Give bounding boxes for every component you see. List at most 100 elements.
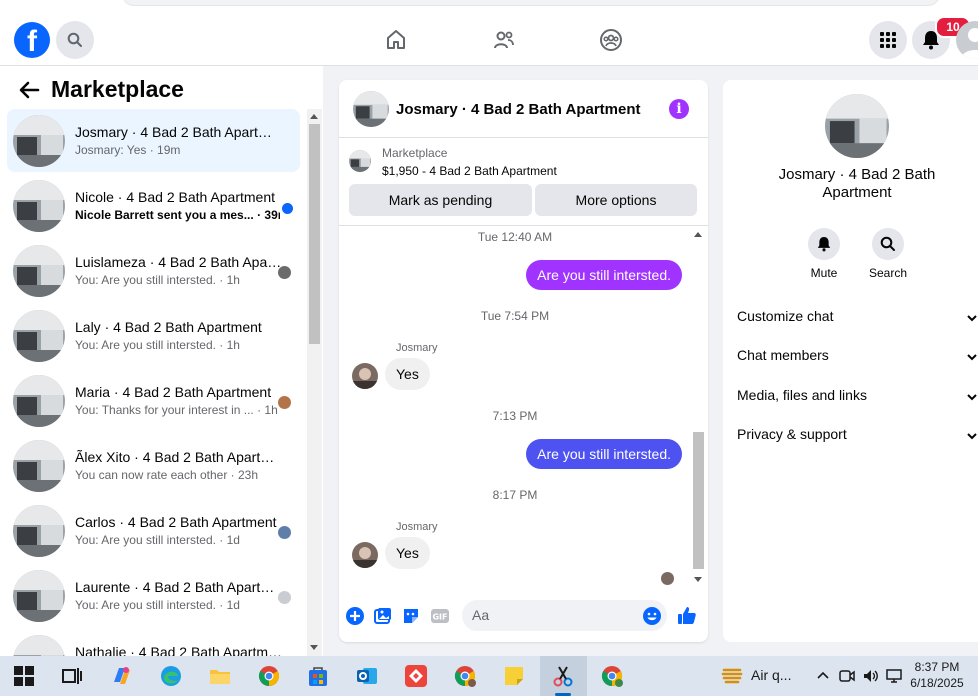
- sticky-notes-icon[interactable]: [502, 664, 526, 688]
- scroll-up-arrow-icon[interactable]: [310, 114, 318, 119]
- sticker-icon[interactable]: [401, 606, 421, 626]
- chevron-down-icon: [967, 433, 977, 440]
- conversation-item[interactable]: Josmary · 4 Bad 2 Bath Apartment Josmary…: [7, 109, 300, 172]
- microsoft-store-icon[interactable]: [306, 664, 330, 688]
- browser-top-strip: [0, 0, 978, 14]
- sender-avatar[interactable]: [352, 542, 378, 568]
- windows-start-icon[interactable]: [12, 664, 36, 688]
- read-receipt-avatar: [661, 572, 674, 585]
- air-quality-weather-icon[interactable]: [720, 664, 744, 688]
- conversation-item[interactable]: Carlos · 4 Bad 2 Bath Apartment You: Are…: [7, 499, 300, 562]
- message-thread-scrollbar[interactable]: [691, 229, 706, 587]
- thumbs-up-icon[interactable]: [677, 605, 697, 625]
- scroll-down-arrow-icon[interactable]: [310, 645, 318, 650]
- anydesk-icon[interactable]: [404, 664, 428, 688]
- mute-label: Mute: [810, 266, 838, 280]
- details-title: Josmary · 4 Bad 2 Bath Apartment: [778, 166, 936, 201]
- marketplace-header: Marketplace: [0, 66, 323, 110]
- nav-home[interactable]: [382, 26, 410, 54]
- chat-panel: Josmary · 4 Bad 2 Bath Apartment i Marke…: [339, 80, 708, 642]
- conversation-item[interactable]: Nicole · 4 Bad 2 Bath Apartment Nicole B…: [7, 174, 300, 237]
- details-listing-thumbnail[interactable]: [825, 94, 889, 158]
- search-icon: [880, 236, 895, 251]
- message-thread: Tue 12:40 AM Are you still intersted. Tu…: [339, 227, 708, 589]
- mute-action[interactable]: Mute: [794, 228, 854, 280]
- bell-icon: [817, 237, 831, 252]
- back-arrow-icon[interactable]: [18, 79, 40, 101]
- conversation-item[interactable]: Laly · 4 Bad 2 Bath Apartment You: Are y…: [7, 304, 300, 367]
- chrome-icon[interactable]: [257, 664, 281, 688]
- menu-button[interactable]: [869, 21, 907, 59]
- conversation-name: Ãlex Xito · 4 Bad 2 Bath Apartment: [75, 449, 283, 465]
- message-input[interactable]: Aa: [462, 600, 667, 631]
- scrollbar-thumb[interactable]: [693, 432, 704, 569]
- gif-icon[interactable]: GIF: [430, 606, 450, 626]
- chat-members-section[interactable]: Chat members: [737, 347, 978, 371]
- task-view-icon[interactable]: [60, 664, 84, 688]
- conversation-preview: You: Are you still intersted. · 1h: [75, 338, 240, 352]
- media-files-links-section[interactable]: Media, files and links: [737, 387, 978, 411]
- listing-thumbnail: [13, 180, 65, 232]
- conversation-item[interactable]: Nathalie · 4 Bad 2 Bath Apartment: [7, 629, 300, 656]
- network-icon[interactable]: [885, 667, 903, 685]
- clock-date: 6/18/2025: [910, 676, 964, 690]
- volume-icon[interactable]: [862, 667, 880, 685]
- copilot-icon[interactable]: [110, 664, 134, 688]
- conversation-item[interactable]: Luislameza · 4 Bad 2 Bath Apartment You:…: [7, 239, 300, 302]
- conversation-name: Luislameza · 4 Bad 2 Bath Apartment: [75, 254, 283, 270]
- unread-dot: [282, 203, 293, 214]
- conversation-item[interactable]: Ãlex Xito · 4 Bad 2 Bath Apartment You c…: [7, 434, 300, 497]
- nav-friends[interactable]: [490, 26, 518, 54]
- chat-title[interactable]: Josmary · 4 Bad 2 Bath Apartment: [396, 101, 641, 118]
- incoming-message[interactable]: Yes: [385, 537, 430, 569]
- conversation-name: Laly · 4 Bad 2 Bath Apartment: [75, 319, 262, 335]
- edge-browser-icon[interactable]: [159, 664, 183, 688]
- facebook-logo-icon[interactable]: f: [14, 22, 50, 58]
- marketplace-title: Marketplace: [51, 76, 184, 102]
- search-label: Search: [868, 266, 908, 280]
- incoming-message[interactable]: Yes: [385, 358, 430, 390]
- scroll-up-arrow-icon[interactable]: [694, 232, 702, 237]
- mark-as-pending-button[interactable]: Mark as pending: [349, 184, 532, 216]
- conversation-preview: You: Are you still intersted. · 1h: [75, 273, 240, 287]
- chevron-up-icon[interactable]: [814, 667, 832, 685]
- seen-avatar: [278, 396, 291, 409]
- outgoing-message[interactable]: Are you still intersted.: [526, 439, 682, 469]
- snipping-tool-icon[interactable]: [551, 664, 575, 688]
- conversation-item[interactable]: Laurente · 4 Bad 2 Bath Apartment You: A…: [7, 564, 300, 627]
- chrome-profile-icon[interactable]: [600, 664, 624, 688]
- info-icon[interactable]: i: [669, 99, 689, 119]
- chrome-profile-icon[interactable]: [453, 664, 477, 688]
- system-clock[interactable]: 8:37 PM 6/18/2025: [904, 659, 970, 691]
- conversation-item[interactable]: Maria · 4 Bad 2 Bath Apartment You: Than…: [7, 369, 300, 432]
- conversation-name: Laurente · 4 Bad 2 Bath Apartment: [75, 579, 283, 595]
- grid-menu-icon: [880, 32, 896, 48]
- conversation-name: Nicole · 4 Bad 2 Bath Apartment: [75, 189, 275, 205]
- seen-avatar: [278, 591, 291, 604]
- svg-text:GIF: GIF: [432, 613, 447, 622]
- meet-now-icon[interactable]: [838, 667, 856, 685]
- outgoing-message[interactable]: Are you still intersted.: [526, 260, 682, 290]
- plus-circle-icon[interactable]: [345, 606, 365, 626]
- chat-listing-thumbnail[interactable]: [353, 91, 389, 127]
- timestamp: 8:17 PM: [492, 488, 538, 502]
- file-explorer-icon[interactable]: [208, 664, 232, 688]
- groups-icon: [600, 29, 622, 51]
- weather-text[interactable]: Air q...: [751, 667, 791, 683]
- search-button[interactable]: [56, 21, 94, 59]
- image-icon[interactable]: [373, 606, 393, 626]
- search-action[interactable]: Search: [858, 228, 918, 280]
- customize-chat-section[interactable]: Customize chat: [737, 308, 978, 332]
- conversation-list-scrollbar[interactable]: [307, 109, 322, 656]
- nav-groups[interactable]: [597, 26, 625, 54]
- scroll-down-arrow-icon[interactable]: [694, 577, 702, 582]
- sender-avatar[interactable]: [352, 363, 378, 389]
- listing-price-title[interactable]: $1,950 - 4 Bad 2 Bath Apartment: [382, 164, 557, 178]
- scrollbar-thumb[interactable]: [309, 124, 320, 344]
- listing-thumbnail: [13, 570, 65, 622]
- emoji-icon[interactable]: [642, 606, 662, 626]
- outlook-icon[interactable]: [355, 664, 379, 688]
- more-options-button[interactable]: More options: [535, 184, 697, 216]
- privacy-support-section[interactable]: Privacy & support: [737, 426, 978, 450]
- conversation-preview: You: Thanks for your interest in ... · 1…: [75, 403, 278, 417]
